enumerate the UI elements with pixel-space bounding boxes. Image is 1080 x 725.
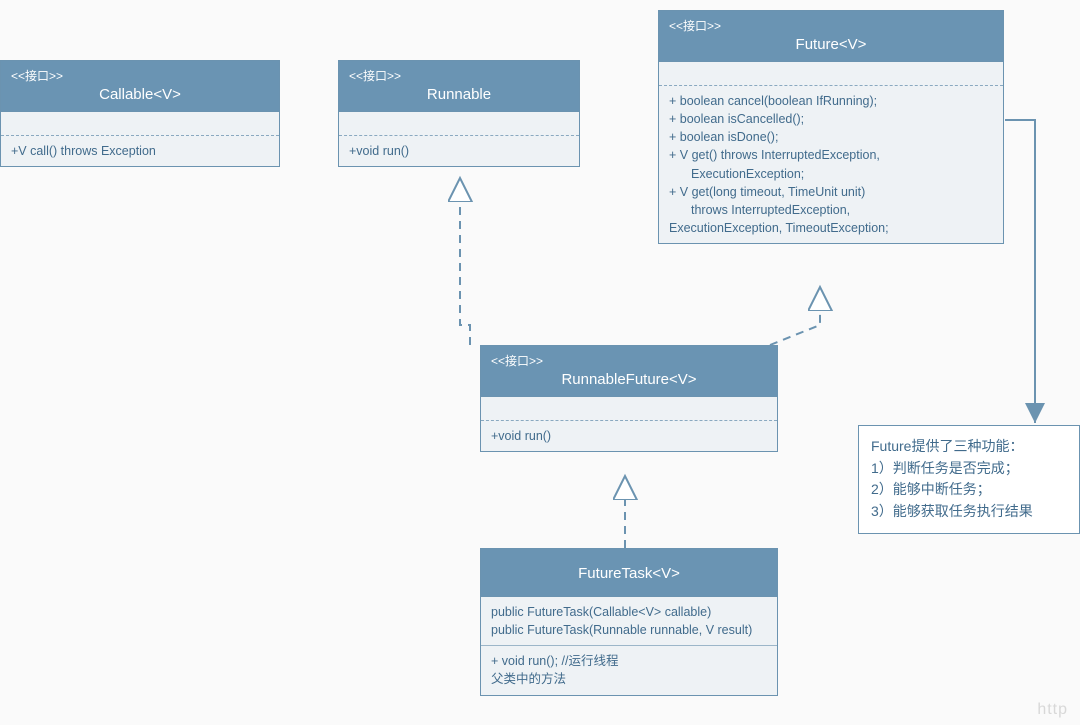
- class-name: Callable<V>: [11, 86, 269, 103]
- class-runnable: <<接口>> Runnable +void run(): [338, 60, 580, 167]
- ctor-line: public FutureTask(Callable<V> callable): [491, 603, 767, 621]
- stereotype: <<接口>>: [349, 67, 569, 84]
- watermark: http: [1037, 701, 1068, 719]
- class-header: <<接口>> Callable<V>: [1, 61, 279, 112]
- attributes-empty: [339, 112, 579, 136]
- methods: +void run(): [339, 136, 579, 166]
- method-line: + boolean isDone();: [669, 128, 993, 146]
- note-future-features: Future提供了三种功能： 1）判断任务是否完成； 2）能够中断任务； 3）能…: [858, 425, 1080, 534]
- methods: +void run(): [481, 421, 777, 451]
- stereotype: <<接口>>: [669, 17, 993, 34]
- class-future: <<接口>> Future<V> + boolean cancel(boolea…: [658, 10, 1004, 244]
- method-line: 父类中的方法: [491, 670, 767, 688]
- class-runnablefuture: <<接口>> RunnableFuture<V> +void run(): [480, 345, 778, 452]
- stereotype: <<接口>>: [11, 67, 269, 84]
- ctor-line: public FutureTask(Runnable runnable, V r…: [491, 621, 767, 639]
- class-callable: <<接口>> Callable<V> +V call() throws Exce…: [0, 60, 280, 167]
- note-line: 1）判断任务是否完成；: [871, 458, 1067, 480]
- attributes-empty: [481, 397, 777, 421]
- attributes-empty: [1, 112, 279, 136]
- method-line: ExecutionException, TimeoutException;: [669, 219, 993, 237]
- methods: +V call() throws Exception: [1, 136, 279, 166]
- class-header: <<接口>> Runnable: [339, 61, 579, 112]
- method-line: + V get(long timeout, TimeUnit unit): [669, 183, 993, 201]
- method-line: throws InterruptedException,: [669, 201, 993, 219]
- method-line: + boolean isCancelled();: [669, 110, 993, 128]
- method-line: + V get() throws InterruptedException,: [669, 146, 993, 164]
- class-name: Runnable: [349, 86, 569, 103]
- class-header: FutureTask<V>: [481, 549, 777, 597]
- class-header: <<接口>> Future<V>: [659, 11, 1003, 62]
- stereotype: <<接口>>: [491, 352, 767, 369]
- method-line: + boolean cancel(boolean IfRunning);: [669, 92, 993, 110]
- method-line: + void run(); //运行线程: [491, 652, 767, 670]
- constructors: public FutureTask(Callable<V> callable) …: [481, 597, 777, 645]
- methods: + boolean cancel(boolean IfRunning); + b…: [659, 86, 1003, 243]
- methods: + void run(); //运行线程 父类中的方法: [481, 645, 777, 694]
- class-header: <<接口>> RunnableFuture<V>: [481, 346, 777, 397]
- class-name: RunnableFuture<V>: [491, 371, 767, 388]
- attributes-empty: [659, 62, 1003, 86]
- note-title: Future提供了三种功能：: [871, 436, 1067, 458]
- class-futuretask: FutureTask<V> public FutureTask(Callable…: [480, 548, 778, 696]
- method-line: ExecutionException;: [669, 165, 993, 183]
- class-name: FutureTask<V>: [491, 565, 767, 582]
- class-name: Future<V>: [669, 36, 993, 53]
- note-line: 3）能够获取任务执行结果: [871, 501, 1067, 523]
- note-line: 2）能够中断任务；: [871, 479, 1067, 501]
- uml-diagram: <<接口>> Callable<V> +V call() throws Exce…: [0, 0, 1080, 725]
